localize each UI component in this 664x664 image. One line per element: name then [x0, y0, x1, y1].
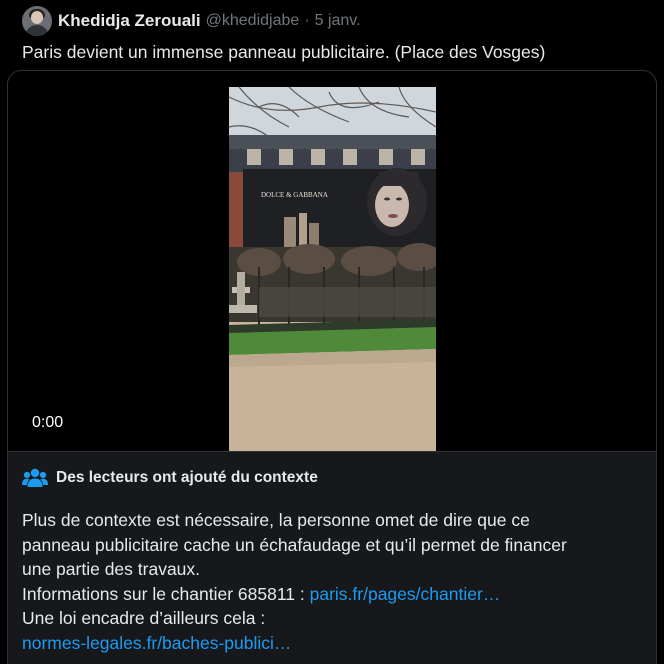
avatar[interactable]	[22, 6, 52, 36]
tweet: Khedidja Zerouali @khedidjabe · 5 janv. …	[0, 0, 664, 664]
note-line-4: Informations sur le chantier 685811 : pa…	[22, 582, 647, 607]
tweet-date[interactable]: 5 janv.	[315, 12, 361, 30]
community-note: Des lecteurs ont ajouté du contexte Plus…	[7, 451, 657, 664]
community-note-header: Des lecteurs ont ajouté du contexte	[22, 467, 318, 489]
note-line-3: une partie des travaux.	[22, 559, 201, 579]
separator-dot: ·	[304, 12, 310, 29]
video-player[interactable]: DOLCE & GABBANA 0:00	[7, 70, 657, 451]
author-handle[interactable]: @khedidjabe	[206, 12, 300, 30]
billboard-brand: DOLCE & GABBANA	[261, 191, 328, 199]
video-time: 0:00	[32, 414, 64, 431]
community-note-body: Plus de contexte est nécessaire, la pers…	[22, 508, 647, 655]
video-thumbnail: DOLCE & GABBANA	[229, 87, 436, 451]
video-frame[interactable]: DOLCE & GABBANA	[229, 87, 436, 451]
tweet-header: Khedidja Zerouali @khedidjabe · 5 janv.	[22, 6, 361, 36]
people-icon	[22, 468, 48, 487]
note-line-1: Plus de contexte est nécessaire, la pers…	[22, 510, 530, 530]
community-note-title: Des lecteurs ont ajouté du contexte	[56, 469, 318, 486]
tweet-text: Paris devient un immense panneau publici…	[22, 42, 546, 62]
note-line-4-text: Informations sur le chantier 685811 :	[22, 583, 310, 604]
author-name[interactable]: Khedidja Zerouali	[58, 11, 201, 31]
note-line-2: panneau publicitaire cache un échafaudag…	[22, 534, 567, 555]
chantier-link[interactable]: paris.fr/pages/chantier…	[310, 584, 501, 604]
note-line-5: Une loi encadre d’ailleurs cela :	[22, 608, 266, 628]
baches-link[interactable]: normes-legales.fr/baches-publici…	[22, 631, 647, 656]
